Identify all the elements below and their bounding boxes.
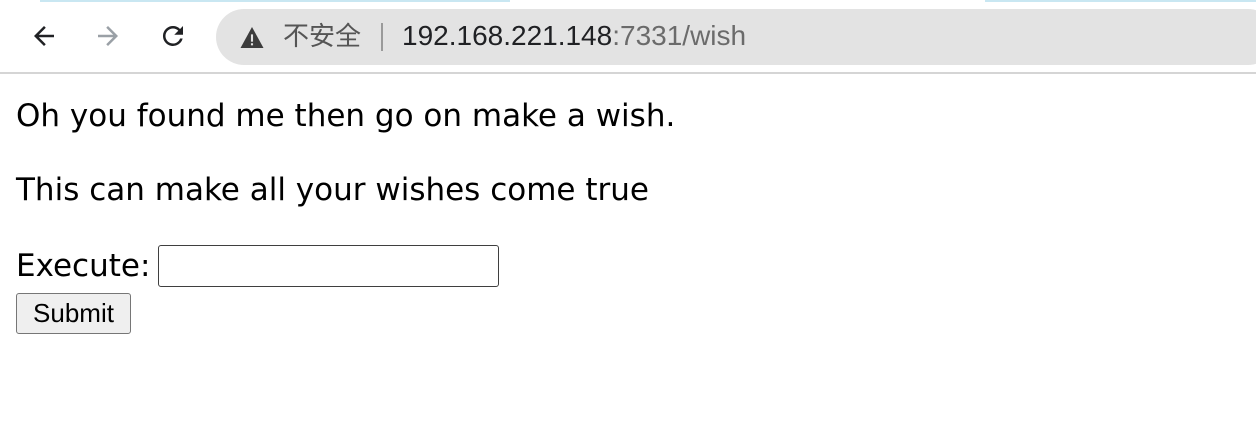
page-content: Oh you found me then go on make a wish. … [16,96,1236,334]
submit-button[interactable]: Submit [16,293,131,334]
execute-input[interactable] [158,245,500,287]
arrow-right-icon [98,26,118,46]
back-button[interactable] [26,18,62,54]
intro-text: Oh you found me then go on make a wish. [16,98,676,134]
security-status-label[interactable]: 不安全 [283,21,361,53]
execute-form: Execute: Submit [16,244,1236,334]
wish-text: This can make all your wishes come true [16,172,649,208]
forward-button[interactable] [90,18,126,54]
url-host: 192.168.221.148 [402,20,613,51]
reload-icon [162,25,183,46]
arrow-left-icon [34,26,54,46]
reload-button[interactable] [155,18,191,54]
browser-toolbar: 不安全 192.168.221.148:7331/wish [0,0,1256,74]
address-bar[interactable]: 不安全 192.168.221.148:7331/wish [216,9,1256,65]
tab-strip-edge [40,0,510,2]
execute-row: Execute: [16,244,1236,288]
url-text[interactable]: 192.168.221.148:7331/wish [402,19,746,53]
execute-label: Execute: [16,248,151,284]
tab-strip-edge-right [985,0,1256,2]
omnibox-divider [381,23,383,51]
url-path: :7331/wish [612,20,747,51]
warning-triangle-icon[interactable] [238,25,266,49]
